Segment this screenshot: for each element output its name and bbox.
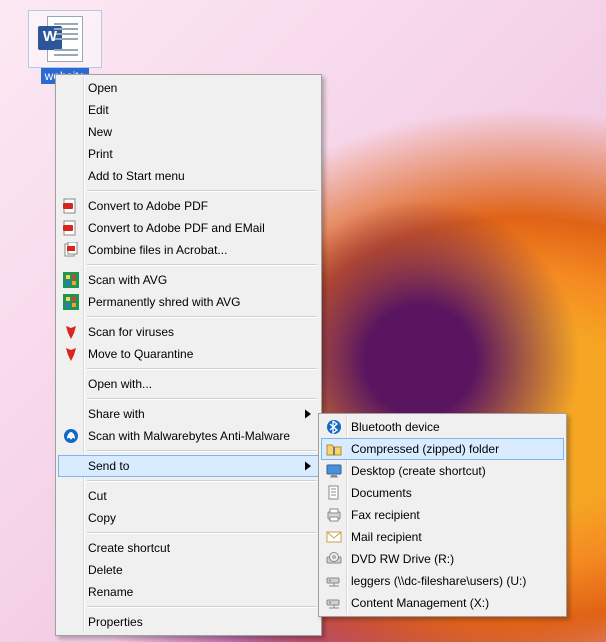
menu-copy[interactable]: Copy [58,507,319,529]
separator [87,264,317,266]
separator [87,368,317,370]
adobe-pdf-icon [63,198,79,214]
menu-share-with[interactable]: Share with [58,403,319,425]
submenu-arrow-icon [305,462,311,471]
menu-scan-viruses[interactable]: Scan for viruses [58,321,319,343]
menu-properties[interactable]: Properties [58,611,319,633]
menu-print[interactable]: Print [58,143,319,165]
sendto-mail[interactable]: Mail recipient [321,526,564,548]
dvd-drive-icon [326,551,342,567]
malwarebytes-icon [63,428,79,444]
sendto-bluetooth[interactable]: Bluetooth device [321,416,564,438]
menu-send-to[interactable]: Send to [58,455,319,477]
menu-add-to-start[interactable]: Add to Start menu [58,165,319,187]
separator [87,316,317,318]
avg-icon [63,272,79,288]
menu-rename[interactable]: Rename [58,581,319,603]
menu-open-with[interactable]: Open with... [58,373,319,395]
adobe-pdf-email-icon [63,220,79,236]
sendto-documents[interactable]: Documents [321,482,564,504]
send-to-submenu: Bluetooth device Compressed (zipped) fol… [318,413,567,617]
menu-move-quarantine[interactable]: Move to Quarantine [58,343,319,365]
sendto-desktop-shortcut[interactable]: Desktop (create shortcut) [321,460,564,482]
desktop-icon [326,463,342,479]
fax-icon [326,507,342,523]
sendto-dvd-drive[interactable]: DVD RW Drive (R:) [321,548,564,570]
separator [87,532,317,534]
word-document-icon [28,10,102,68]
menu-cut[interactable]: Cut [58,485,319,507]
sendto-fax[interactable]: Fax recipient [321,504,564,526]
menu-combine-acrobat[interactable]: Combine files in Acrobat... [58,239,319,261]
documents-icon [326,485,342,501]
mail-icon [326,529,342,545]
menu-delete[interactable]: Delete [58,559,319,581]
separator [87,480,317,482]
kaspersky-quarantine-icon [63,346,79,362]
menu-new[interactable]: New [58,121,319,143]
menu-open[interactable]: Open [58,77,319,99]
menu-convert-pdf[interactable]: Convert to Adobe PDF [58,195,319,217]
submenu-arrow-icon [305,410,311,419]
bluetooth-icon [326,419,342,435]
sendto-compressed-zip[interactable]: Compressed (zipped) folder [321,438,564,460]
sendto-network-drive-x[interactable]: Content Management (X:) [321,592,564,614]
separator [87,450,317,452]
menu-create-shortcut[interactable]: Create shortcut [58,537,319,559]
context-menu: Open Edit New Print Add to Start menu Co… [55,74,322,636]
menu-scan-mbam[interactable]: Scan with Malwarebytes Anti-Malware [58,425,319,447]
network-drive-icon [326,573,342,589]
menu-scan-avg[interactable]: Scan with AVG [58,269,319,291]
network-drive-icon [326,595,342,611]
menu-convert-pdf-email[interactable]: Convert to Adobe PDF and EMail [58,217,319,239]
menu-shred-avg[interactable]: Permanently shred with AVG [58,291,319,313]
separator [87,190,317,192]
sendto-network-drive-u[interactable]: leggers (\\dc-fileshare\users) (U:) [321,570,564,592]
file-item-website[interactable]: website [28,10,102,84]
avg-shred-icon [63,294,79,310]
desktop: website Open Edit New Print Add to Start… [0,0,606,642]
adobe-combine-icon [63,242,79,258]
separator [87,606,317,608]
menu-edit[interactable]: Edit [58,99,319,121]
zip-folder-icon [326,441,342,457]
kaspersky-icon [63,324,79,340]
separator [87,398,317,400]
